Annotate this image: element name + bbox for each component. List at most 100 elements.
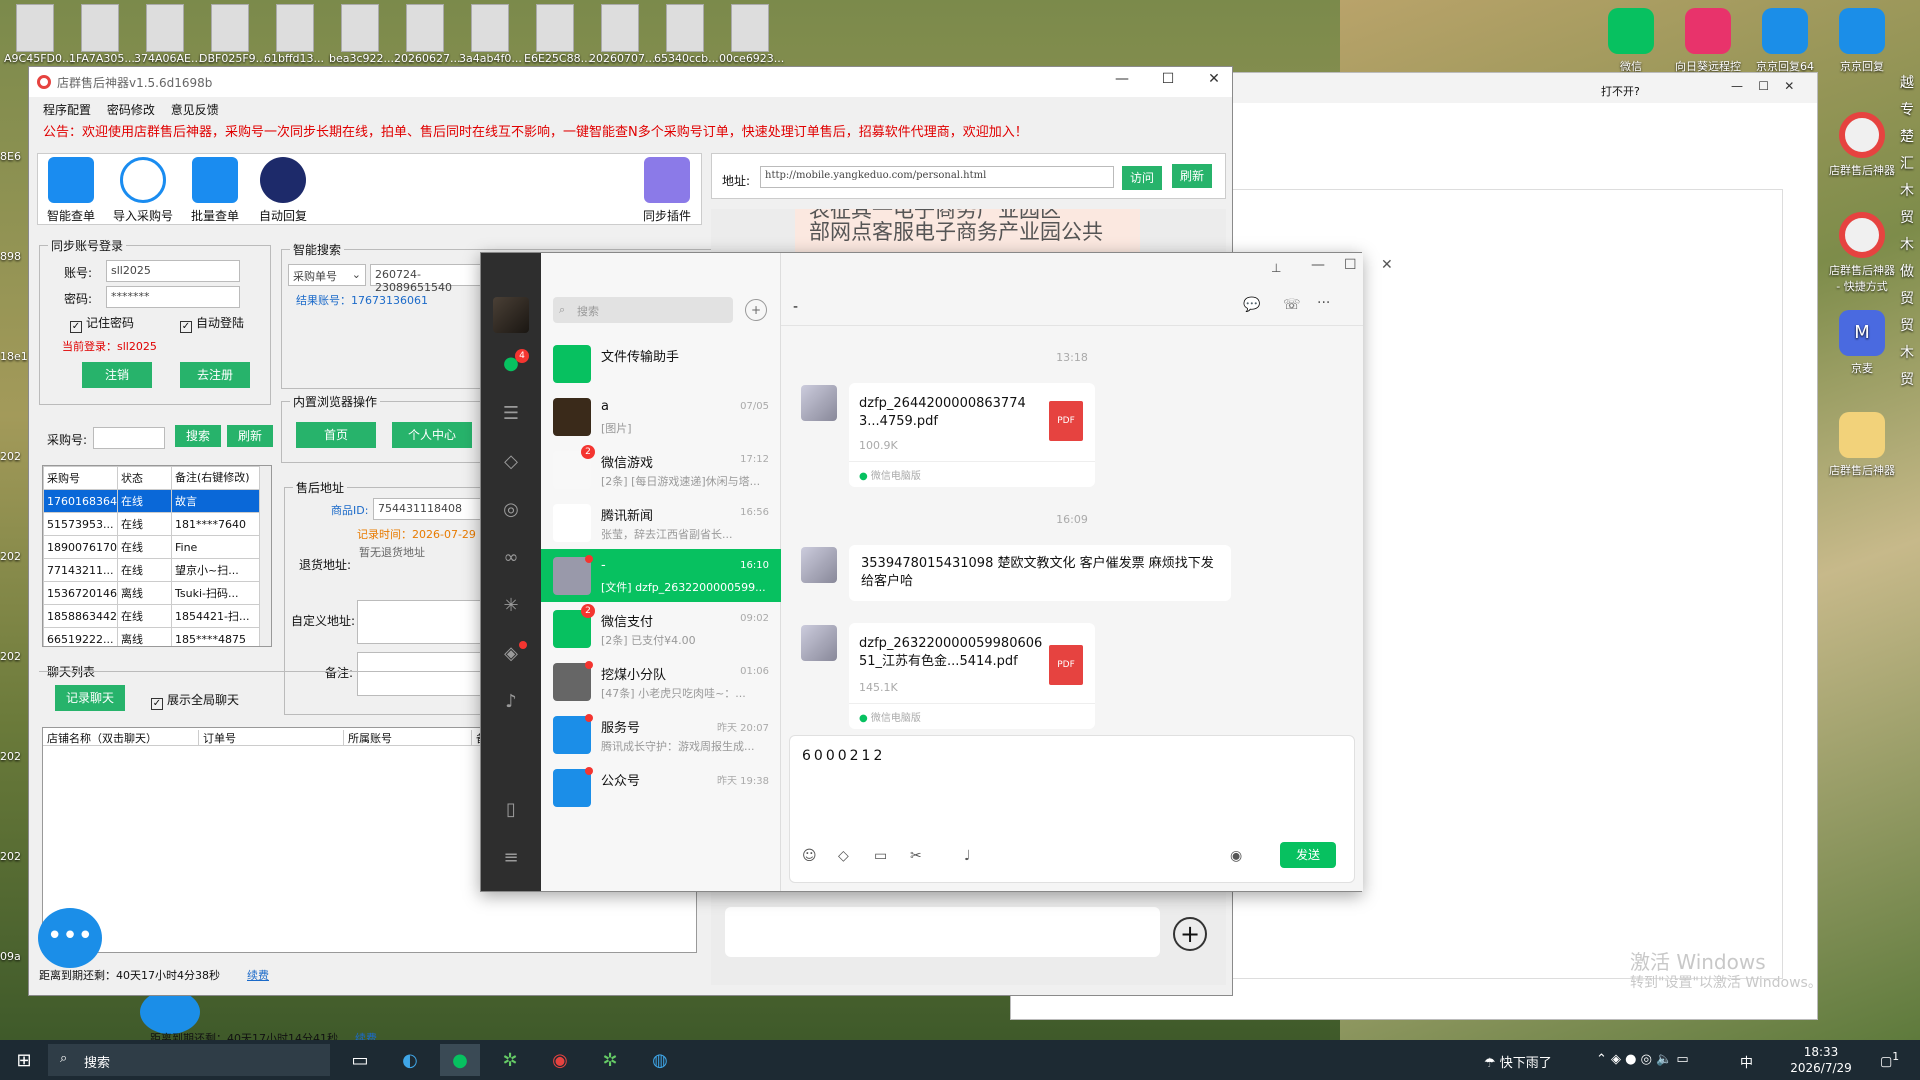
purchase-table-scrollbar[interactable] <box>259 466 271 646</box>
desktop-icon-aftersale[interactable]: 店群售后神器 <box>1826 112 1898 178</box>
remember-password-checkbox[interactable]: ✓ 记住密码 <box>70 314 134 333</box>
voice-call-icon[interactable]: ◉ <box>1230 848 1242 864</box>
auto-reply-button[interactable]: 自动回复 <box>253 157 313 224</box>
pin-icon[interactable]: ⊥ <box>1271 261 1281 275</box>
desktop-thumbnail[interactable]: E6E25C88... <box>524 4 591 65</box>
minimize-button[interactable]: — <box>1099 71 1145 93</box>
desktop-thumbnail[interactable]: 00ce6923... <box>719 4 784 65</box>
moments-icon[interactable]: ◎ <box>499 499 523 523</box>
text-message[interactable]: 3539478015431098 楚欧文教文化 客户催发票 麻烦找下发给客户哈 <box>849 545 1231 601</box>
floating-chat-bubble-back[interactable] <box>140 990 200 1034</box>
desktop-icon-jingmai[interactable]: M 京麦 <box>1826 310 1898 376</box>
background-window-controls[interactable]: — ☐ ✕ <box>1731 79 1794 93</box>
col-status[interactable]: 状态 <box>117 466 172 490</box>
sender-avatar[interactable] <box>801 547 837 583</box>
scissors-icon[interactable]: ✂ <box>910 848 922 864</box>
plus-icon[interactable]: + <box>1173 917 1207 951</box>
product-id-input[interactable]: 754431118408 <box>373 498 491 520</box>
send-button[interactable]: 发送 <box>1280 842 1336 868</box>
smart-query-button[interactable]: 智能查单 <box>41 157 101 224</box>
purchase-search-input[interactable] <box>93 427 165 449</box>
purchase-search-button[interactable]: 搜索 <box>175 425 221 447</box>
close-button[interactable]: ✕ <box>1381 257 1393 273</box>
taskbar-jingjing-icon[interactable]: ◍ <box>640 1044 680 1076</box>
desktop-thumbnail[interactable]: bea3c922... <box>329 4 394 65</box>
sync-plugin-button[interactable]: 同步插件 <box>637 157 697 224</box>
close-button[interactable]: ✕ <box>1191 71 1237 93</box>
desktop-thumbnail[interactable]: 20260707... <box>589 4 655 65</box>
desktop-icon-jingjing64[interactable]: 京京回复64 <box>1749 8 1821 74</box>
conversation-item[interactable]: 挖煤小分队 [47条] 小老虎只吃肉哇~：... 01:06 <box>541 655 781 708</box>
sender-avatar[interactable] <box>801 625 837 661</box>
notification-button[interactable]: ▢1 <box>1880 1050 1899 1069</box>
renew-link[interactable]: 续费 <box>247 967 269 983</box>
table-row[interactable]: 18900761703 在线 Fine <box>43 535 262 559</box>
search-order-input[interactable]: 260724-23089651540 <box>370 264 490 294</box>
purchase-refresh-button[interactable]: 刷新 <box>227 425 273 447</box>
browser-refresh-button[interactable]: 刷新 <box>1172 164 1212 188</box>
show-global-chat-checkbox[interactable]: ✓ 展示全局聊天 <box>151 691 239 710</box>
desktop-thumbnail[interactable]: A9C45FD0... <box>4 4 73 65</box>
menu-icon[interactable]: ≡ <box>499 847 523 871</box>
desktop-thumbnail[interactable]: 65340ccb... <box>654 4 719 65</box>
clock[interactable]: 18:33 2026/7/29 <box>1780 1044 1862 1076</box>
home-button[interactable]: 首页 <box>296 422 376 448</box>
desktop-thumbnail[interactable]: 3a4ab4f0... <box>459 4 522 65</box>
menu-feedback[interactable]: 意见反馈 <box>171 103 219 117</box>
custom-address-input[interactable] <box>357 600 493 644</box>
auto-login-checkbox[interactable]: ✓ 自动登陆 <box>180 314 244 333</box>
minimize-button[interactable]: — <box>1311 257 1325 273</box>
ime-indicator[interactable]: 中 <box>1740 1052 1753 1071</box>
start-button[interactable]: ⊞ <box>4 1044 44 1076</box>
batch-query-button[interactable]: 批量查单 <box>185 157 245 224</box>
conversation-item[interactable]: - [文件] dzfp_2632200000599... 16:10 <box>541 549 781 602</box>
col-order[interactable]: 订单号 <box>198 730 236 746</box>
desktop-thumbnail[interactable]: 61bffd13... <box>264 4 326 65</box>
conversation-item[interactable]: a [图片] 07/05 <box>541 390 781 443</box>
conversation-item[interactable]: 微信支付 [2条] 已支付¥4.00 09:02 2 <box>541 602 781 655</box>
more-icon[interactable]: ··· <box>1317 295 1330 311</box>
desktop-icon-wechat[interactable]: 微信 <box>1595 8 1667 74</box>
desktop-icon-aftersale-shortcut[interactable]: 店群售后神器 - 快捷方式 <box>1826 212 1898 294</box>
col-account[interactable]: 所属账号 <box>343 730 392 746</box>
password-input[interactable]: ******* <box>106 286 240 308</box>
conversation-item[interactable]: 公众号 昨天 19:38 <box>541 761 781 814</box>
col-note[interactable]: 备注(右键修改) <box>171 466 262 490</box>
desktop-thumbnail[interactable]: DBF025F9... <box>199 4 266 65</box>
conversation-item[interactable]: 微信游戏 [2条] [每日游戏速递]休闲与塔... 17:12 2 <box>541 443 781 496</box>
taskbar-app2-icon[interactable]: ✲ <box>590 1044 630 1076</box>
menu-config[interactable]: 程序配置 <box>43 103 91 117</box>
emoji-icon[interactable]: ☺ <box>802 848 817 864</box>
import-purchase-button[interactable]: 导入采购号 <box>113 157 173 224</box>
desktop-thumbnail[interactable]: 20260627... <box>394 4 460 65</box>
search-input[interactable]: 搜索 <box>553 297 733 323</box>
call-icon[interactable]: ☏ <box>1283 297 1301 313</box>
table-row[interactable]: 18588634421 在线 1854421-扫... <box>43 604 262 628</box>
conversation-item[interactable]: 服务号 腾讯成长守护：游戏周报生成... 昨天 20:07 <box>541 708 781 761</box>
taskbar-search[interactable]: ⌕ 搜索 <box>48 1044 330 1076</box>
table-row[interactable]: 51573953... 在线 181****7640 <box>43 512 262 536</box>
task-view-button[interactable]: ▭ <box>340 1044 380 1076</box>
browser-chat-input[interactable] <box>725 907 1160 957</box>
taskbar-wechat-icon[interactable]: ● <box>440 1044 480 1076</box>
microphone-icon[interactable]: ♩ <box>964 848 971 864</box>
personal-center-button[interactable]: 个人中心 <box>392 422 472 448</box>
folder-icon[interactable]: ▭ <box>874 848 887 864</box>
channels-icon[interactable]: ∞ <box>499 547 523 571</box>
music-icon[interactable]: ♪ <box>499 691 523 715</box>
conversation-item[interactable]: 文件传输助手 <box>541 337 781 390</box>
logout-button[interactable]: 注销 <box>82 362 152 388</box>
weather-text[interactable]: ☂ 快下雨了 <box>1484 1052 1552 1071</box>
sticker-icon[interactable]: ◇ <box>838 848 849 864</box>
desktop-icon-jingjing[interactable]: 京京回复 <box>1826 8 1898 74</box>
favorites-icon[interactable]: ◇ <box>499 451 523 475</box>
sender-avatar[interactable] <box>801 385 837 421</box>
menu-password[interactable]: 密码修改 <box>107 103 155 117</box>
table-row[interactable]: 66519222... 离线 185****4875 <box>43 627 262 646</box>
col-shop[interactable]: 店铺名称（双击聊天） <box>47 730 157 746</box>
record-chat-button[interactable]: 记录聊天 <box>55 685 125 711</box>
taskbar-aftersale-icon[interactable]: ◉ <box>540 1044 580 1076</box>
search-discover-icon[interactable]: ✳ <box>499 595 523 619</box>
account-input[interactable]: sll2025 <box>106 260 240 282</box>
edge-icon[interactable]: ◐ <box>390 1044 430 1076</box>
